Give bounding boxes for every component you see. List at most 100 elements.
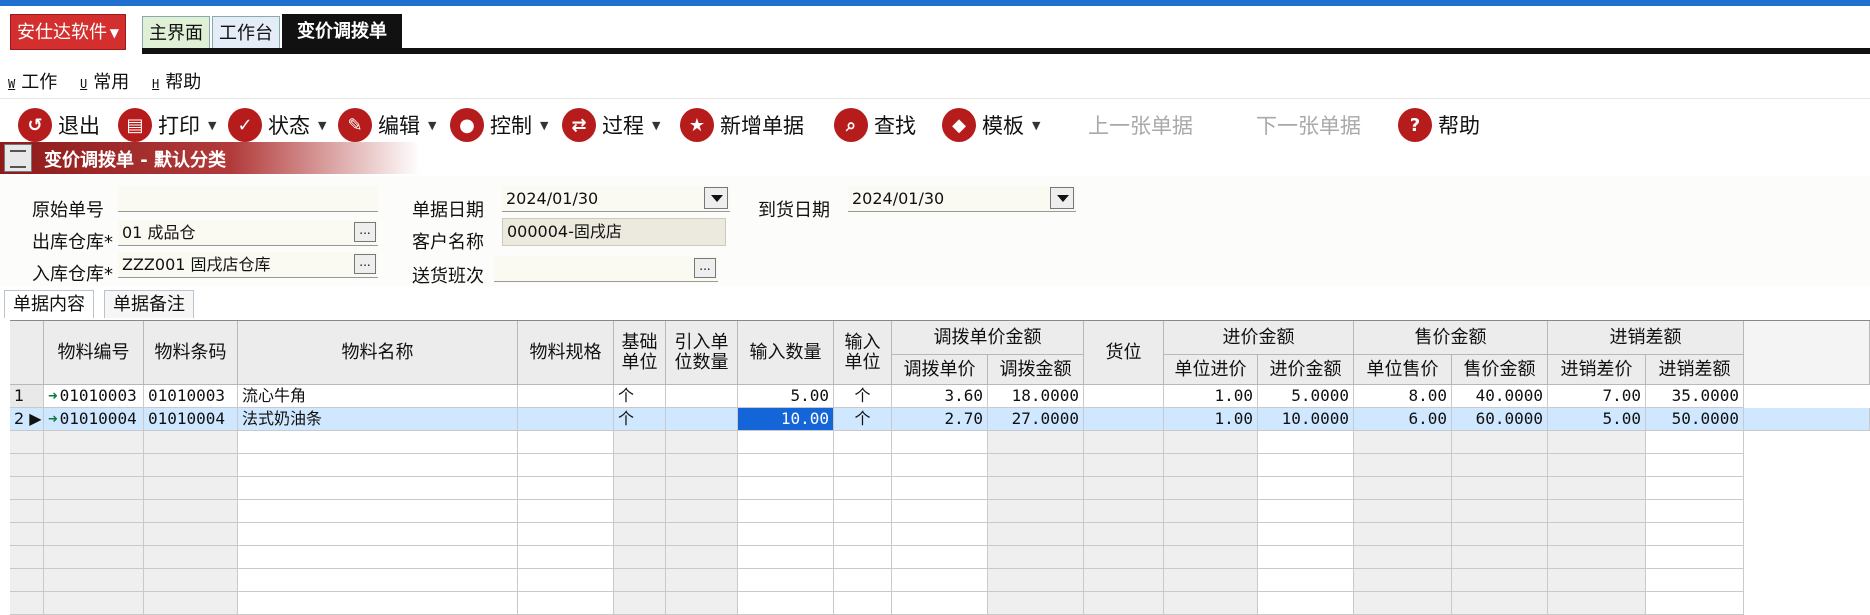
empty-cell[interactable]	[1452, 523, 1548, 546]
table-row[interactable]: 2 ▶ ➜ 01010004 01010004 法式奶油条 个 10.00 个 2…	[10, 408, 1870, 431]
col-header-unit-sale[interactable]: 单位售价	[1354, 355, 1452, 385]
empty-cell[interactable]	[1354, 431, 1452, 454]
empty-cell[interactable]	[834, 569, 892, 592]
print-button[interactable]: ▤ 打印 ▼	[118, 104, 216, 146]
empty-cell[interactable]	[738, 500, 834, 523]
template-button[interactable]: ◆ 模板 ▼	[942, 104, 1040, 146]
table-row[interactable]: 1 ➜ 01010003 01010003 流心牛角 个 5.00 个 3.60 …	[10, 385, 1870, 408]
cell-margin-price[interactable]: 7.00	[1548, 385, 1646, 408]
cell-import-qty[interactable]	[666, 408, 738, 431]
cell-spec[interactable]	[518, 408, 614, 431]
empty-cell[interactable]	[738, 592, 834, 615]
empty-cell[interactable]	[1646, 523, 1744, 546]
empty-cell[interactable]	[614, 477, 666, 500]
empty-cell[interactable]	[44, 569, 144, 592]
menu-common[interactable]: U 常用	[80, 68, 129, 94]
empty-cell[interactable]	[1452, 546, 1548, 569]
cell-sale-amount[interactable]: 40.0000	[1452, 385, 1548, 408]
empty-cell[interactable]	[834, 523, 892, 546]
empty-cell[interactable]	[1548, 523, 1646, 546]
col-header-margin-amount[interactable]: 进销差额	[1646, 355, 1744, 385]
cell-name[interactable]: 流心牛角	[238, 385, 518, 408]
empty-cell[interactable]	[44, 477, 144, 500]
col-header-input-qty[interactable]: 输入数量	[738, 321, 834, 385]
cell-barcode[interactable]: 01010003	[144, 385, 238, 408]
empty-cell[interactable]	[1452, 477, 1548, 500]
empty-cell[interactable]	[892, 523, 988, 546]
empty-cell[interactable]	[1084, 477, 1164, 500]
empty-cell[interactable]	[518, 546, 614, 569]
empty-cell[interactable]	[10, 546, 44, 569]
empty-cell[interactable]	[988, 546, 1084, 569]
empty-cell[interactable]	[988, 592, 1084, 615]
empty-cell[interactable]	[238, 569, 518, 592]
cell-name[interactable]: 法式奶油条	[238, 408, 518, 431]
empty-cell[interactable]	[1164, 500, 1258, 523]
empty-cell[interactable]	[834, 500, 892, 523]
cell-cost-amount[interactable]: 10.0000	[1258, 408, 1354, 431]
empty-cell[interactable]	[1452, 592, 1548, 615]
empty-cell[interactable]	[144, 523, 238, 546]
empty-table-row[interactable]	[10, 500, 1870, 523]
empty-cell[interactable]	[1164, 454, 1258, 477]
col-header-spec[interactable]: 物料规格	[518, 321, 614, 385]
empty-cell[interactable]	[614, 546, 666, 569]
cell-unit-cost[interactable]: 1.00	[1164, 408, 1258, 431]
empty-cell[interactable]	[666, 592, 738, 615]
next-doc-button[interactable]: 下一张单据	[1256, 104, 1361, 146]
shift-field[interactable]: ...	[494, 256, 718, 282]
cell-location[interactable]	[1084, 385, 1164, 408]
empty-cell[interactable]	[738, 569, 834, 592]
empty-cell[interactable]	[1452, 431, 1548, 454]
empty-cell[interactable]	[1548, 592, 1646, 615]
empty-cell[interactable]	[1354, 477, 1452, 500]
col-header-margin-price[interactable]: 进销差价	[1548, 355, 1646, 385]
doc-date-field[interactable]: 2024/01/30	[502, 186, 730, 212]
empty-cell[interactable]	[614, 523, 666, 546]
empty-cell[interactable]	[1354, 454, 1452, 477]
cell-base-unit[interactable]: 个	[614, 408, 666, 431]
cell-transfer-amount[interactable]: 18.0000	[988, 385, 1084, 408]
empty-cell[interactable]	[834, 546, 892, 569]
empty-table-row[interactable]	[10, 477, 1870, 500]
ellipsis-icon[interactable]: ...	[354, 222, 376, 242]
cell-margin-amount[interactable]: 35.0000	[1646, 385, 1744, 408]
cell-import-qty[interactable]	[666, 385, 738, 408]
tab-workbench[interactable]: 工作台	[212, 16, 280, 50]
empty-table-row[interactable]	[10, 431, 1870, 454]
cell-transfer-price[interactable]: 3.60	[892, 385, 988, 408]
empty-cell[interactable]	[44, 546, 144, 569]
empty-table-row[interactable]	[10, 546, 1870, 569]
empty-cell[interactable]	[892, 500, 988, 523]
empty-cell[interactable]	[1164, 546, 1258, 569]
empty-cell[interactable]	[238, 500, 518, 523]
empty-cell[interactable]	[614, 454, 666, 477]
arrive-date-field[interactable]: 2024/01/30	[848, 186, 1076, 212]
cell-base-unit[interactable]: 个	[614, 385, 666, 408]
process-button[interactable]: ⇄ 过程 ▼	[562, 104, 660, 146]
cell-code[interactable]: ➜ 01010003	[44, 385, 144, 408]
empty-table-row[interactable]	[10, 592, 1870, 615]
empty-cell[interactable]	[1548, 431, 1646, 454]
empty-cell[interactable]	[988, 454, 1084, 477]
empty-cell[interactable]	[144, 569, 238, 592]
empty-cell[interactable]	[1354, 592, 1452, 615]
help-button[interactable]: ? 帮助	[1398, 104, 1480, 146]
empty-cell[interactable]	[518, 569, 614, 592]
col-header-name[interactable]: 物料名称	[238, 321, 518, 385]
cell-input-unit[interactable]: 个	[834, 408, 892, 431]
edit-button[interactable]: ✎ 编辑 ▼	[338, 104, 436, 146]
empty-cell[interactable]	[614, 592, 666, 615]
empty-cell[interactable]	[238, 523, 518, 546]
empty-cell[interactable]	[1258, 454, 1354, 477]
empty-cell[interactable]	[238, 477, 518, 500]
empty-cell[interactable]	[10, 454, 44, 477]
empty-cell[interactable]	[10, 569, 44, 592]
empty-cell[interactable]	[238, 546, 518, 569]
cell-margin-price[interactable]: 5.00	[1548, 408, 1646, 431]
empty-cell[interactable]	[988, 569, 1084, 592]
empty-cell[interactable]	[1354, 523, 1452, 546]
empty-cell[interactable]	[1548, 454, 1646, 477]
empty-cell[interactable]	[144, 546, 238, 569]
col-header-transfer-amount[interactable]: 调拨金额	[988, 355, 1084, 385]
